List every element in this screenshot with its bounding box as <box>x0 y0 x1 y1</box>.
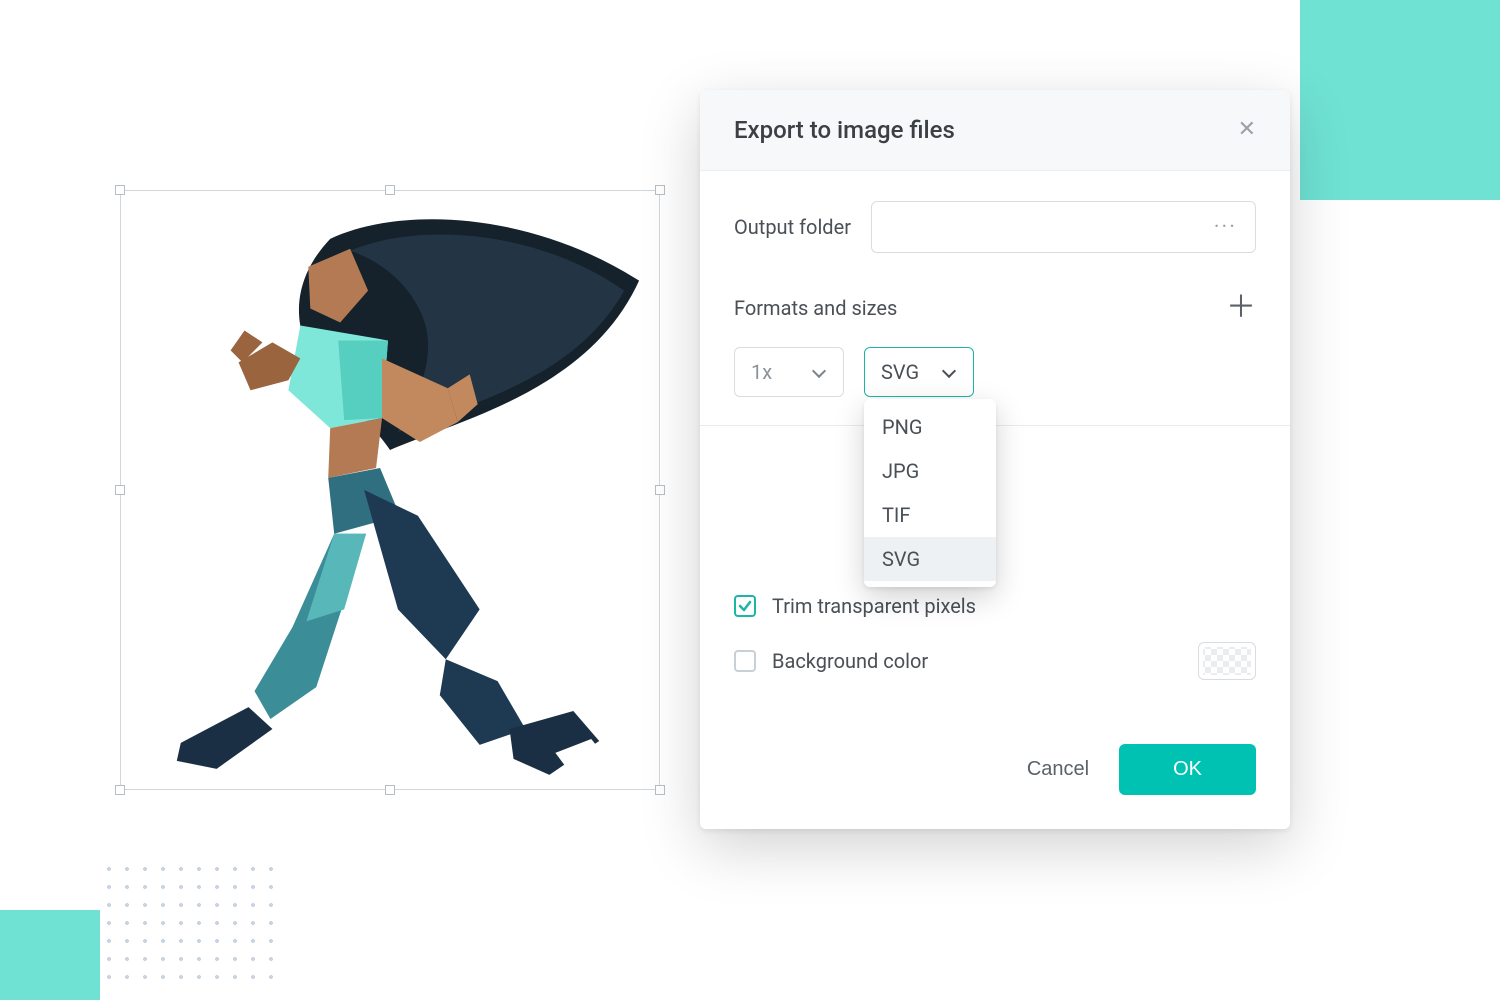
format-value: SVG <box>881 360 919 384</box>
format-option[interactable]: SVG <box>864 537 996 581</box>
scale-select[interactable]: 1x <box>734 347 844 397</box>
format-option[interactable]: PNG <box>864 405 996 449</box>
background-color-checkbox[interactable] <box>734 650 756 672</box>
decoration-bottom-left <box>0 910 100 1000</box>
formats-sizes-label: Formats and sizes <box>734 296 897 320</box>
format-dropdown: PNGJPGTIFSVG <box>864 399 996 587</box>
cancel-button[interactable]: Cancel <box>1027 758 1089 781</box>
scale-value: 1x <box>751 360 772 384</box>
format-option[interactable]: TIF <box>864 493 996 537</box>
browse-ellipsis-icon[interactable]: ··· <box>1214 215 1237 240</box>
ok-button[interactable]: OK <box>1119 744 1256 795</box>
output-folder-label: Output folder <box>734 215 851 239</box>
format-option[interactable]: JPG <box>864 449 996 493</box>
decoration-dots <box>100 860 280 980</box>
dialog-title: Export to image files <box>734 116 955 144</box>
background-color-swatch[interactable] <box>1198 642 1256 680</box>
trim-checkbox[interactable] <box>734 595 756 617</box>
trim-label: Trim transparent pixels <box>772 594 976 618</box>
output-folder-input[interactable]: ··· <box>871 201 1256 253</box>
canvas-illustration <box>121 191 659 789</box>
chevron-down-icon <box>811 364 827 380</box>
dialog-header: Export to image files ✕ <box>700 90 1290 171</box>
chevron-down-icon <box>941 364 957 380</box>
export-dialog: Export to image files ✕ Output folder ··… <box>700 90 1290 829</box>
add-format-icon[interactable]: ＋ <box>1226 293 1256 323</box>
background-color-label: Background color <box>772 649 928 673</box>
canvas-selection[interactable] <box>120 190 660 790</box>
format-select[interactable]: SVG <box>864 347 974 397</box>
decoration-top-right <box>1300 0 1500 200</box>
close-icon[interactable]: ✕ <box>1238 119 1256 141</box>
